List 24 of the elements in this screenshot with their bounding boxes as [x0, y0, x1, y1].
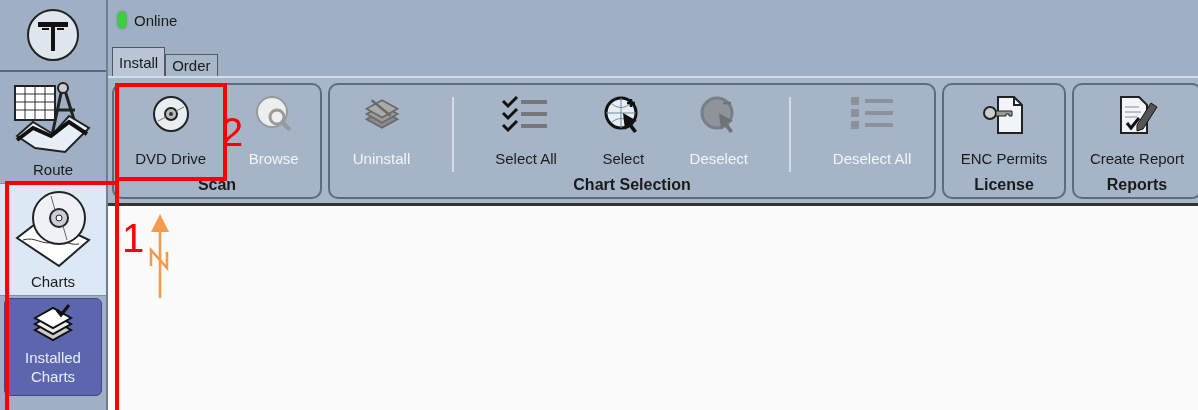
ribbon-button[interactable]: ENC Permits: [956, 93, 1052, 169]
disc-search-icon: [254, 95, 293, 133]
key-document-icon: [982, 95, 1026, 135]
nav-label: Installed Charts: [24, 348, 82, 386]
nav-label: Route: [33, 160, 73, 179]
ribbon-button[interactable]: Create Report: [1085, 93, 1189, 169]
group-title: License: [974, 176, 1034, 195]
north-arrow-icon: [148, 214, 172, 298]
annotation-number: 1: [122, 218, 145, 258]
ribbon-button[interactable]: Select All: [491, 93, 561, 169]
ribbon-button[interactable]: DVD Drive: [131, 93, 211, 169]
t-logo-icon[interactable]: [26, 8, 80, 62]
nav-subitem[interactable]: Installed Charts: [4, 298, 102, 396]
nav-item[interactable]: Charts: [0, 184, 106, 296]
tab[interactable]: Order: [165, 54, 218, 76]
disc-icon: [151, 95, 190, 133]
group-title: Chart Selection: [573, 176, 691, 195]
chart-stack-icon: [31, 304, 75, 344]
status-label: Online: [134, 12, 178, 29]
tab[interactable]: Install: [112, 47, 166, 76]
nav-label: Charts: [30, 272, 76, 291]
ribbon-button[interactable]: Select: [598, 93, 649, 169]
nav-item[interactable]: Route: [0, 72, 106, 184]
group-title: Reports: [1106, 176, 1168, 195]
